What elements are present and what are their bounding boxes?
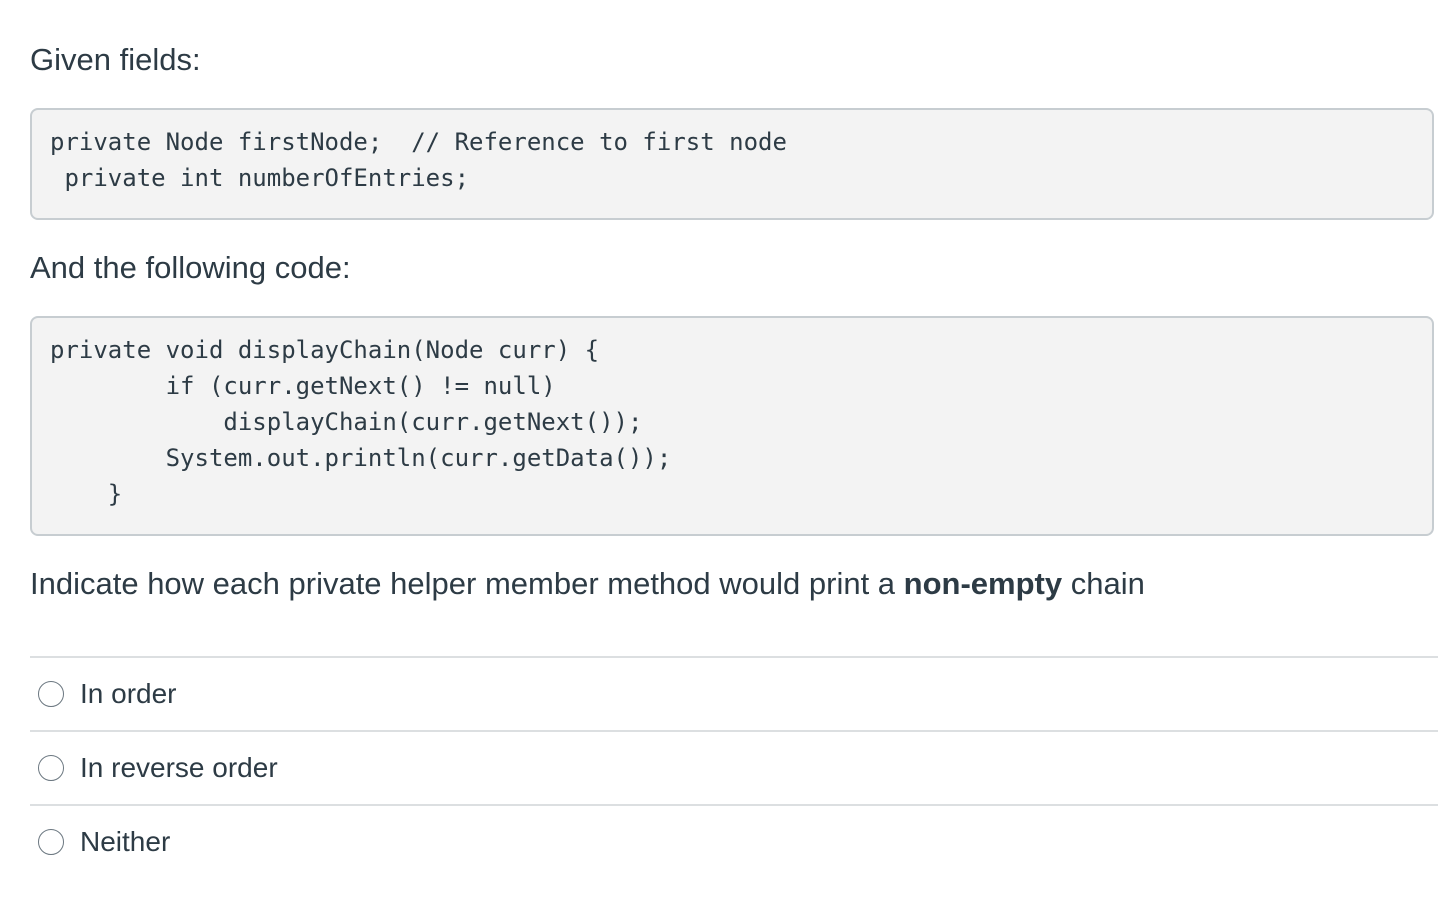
question-prompt: Indicate how each private helper member … <box>30 564 1145 604</box>
answer-label[interactable]: In order <box>80 678 177 710</box>
fields-code-block: private Node firstNode; // Reference to … <box>30 108 1434 220</box>
radio-button[interactable] <box>38 829 64 855</box>
radio-button[interactable] <box>38 755 64 781</box>
answer-list: In order In reverse order Neither <box>30 656 1438 878</box>
code-intro: And the following code: <box>30 250 351 285</box>
radio-button[interactable] <box>38 681 64 707</box>
fields-intro: Given fields: <box>30 42 201 77</box>
prompt-text-before: Indicate how each private helper member … <box>30 566 904 601</box>
method-code-block: private void displayChain(Node curr) { i… <box>30 316 1434 536</box>
answer-label[interactable]: Neither <box>80 826 170 858</box>
answer-label[interactable]: In reverse order <box>80 752 278 784</box>
answer-option-neither[interactable]: Neither <box>30 804 1438 878</box>
prompt-text-after: chain <box>1062 566 1145 601</box>
answer-option-in-order[interactable]: In order <box>30 656 1438 730</box>
answer-option-in-reverse-order[interactable]: In reverse order <box>30 730 1438 804</box>
prompt-emphasis: non-empty <box>903 566 1063 601</box>
